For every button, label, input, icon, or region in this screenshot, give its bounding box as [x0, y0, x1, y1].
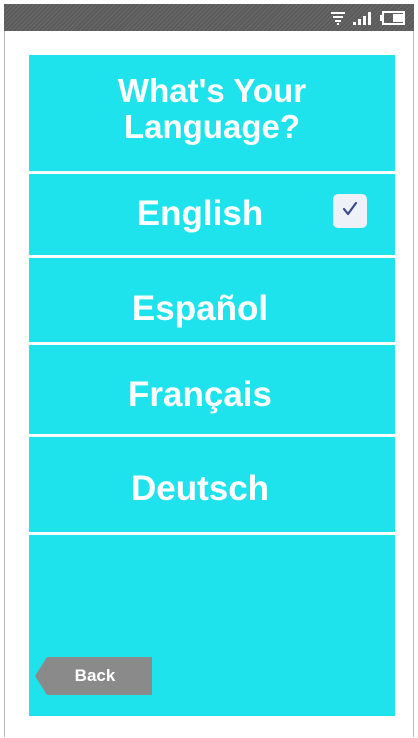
language-label: Deutsch	[130, 469, 270, 508]
language-option-espanol[interactable]: Español	[29, 258, 395, 342]
language-option-francais[interactable]: Français	[29, 345, 395, 434]
language-label: Français	[128, 375, 272, 414]
back-button[interactable]: Back	[35, 657, 152, 695]
checkmark-icon	[341, 200, 359, 223]
status-bar	[4, 4, 414, 31]
language-option-english[interactable]: English	[29, 174, 395, 255]
language-option-deutsch[interactable]: Deutsch	[29, 437, 395, 532]
signal-icon	[352, 11, 374, 25]
language-panel: What's Your Language? English Español Fr…	[29, 55, 395, 716]
battery-icon	[380, 11, 406, 25]
wifi-icon	[330, 11, 346, 25]
language-label: Español	[131, 289, 269, 328]
divider	[29, 532, 395, 535]
back-button-label: Back	[74, 666, 116, 685]
language-label: English	[136, 194, 264, 233]
english-checkbox[interactable]	[333, 194, 367, 228]
status-icons	[330, 10, 406, 26]
page-title: What's Your Language?	[117, 72, 307, 145]
